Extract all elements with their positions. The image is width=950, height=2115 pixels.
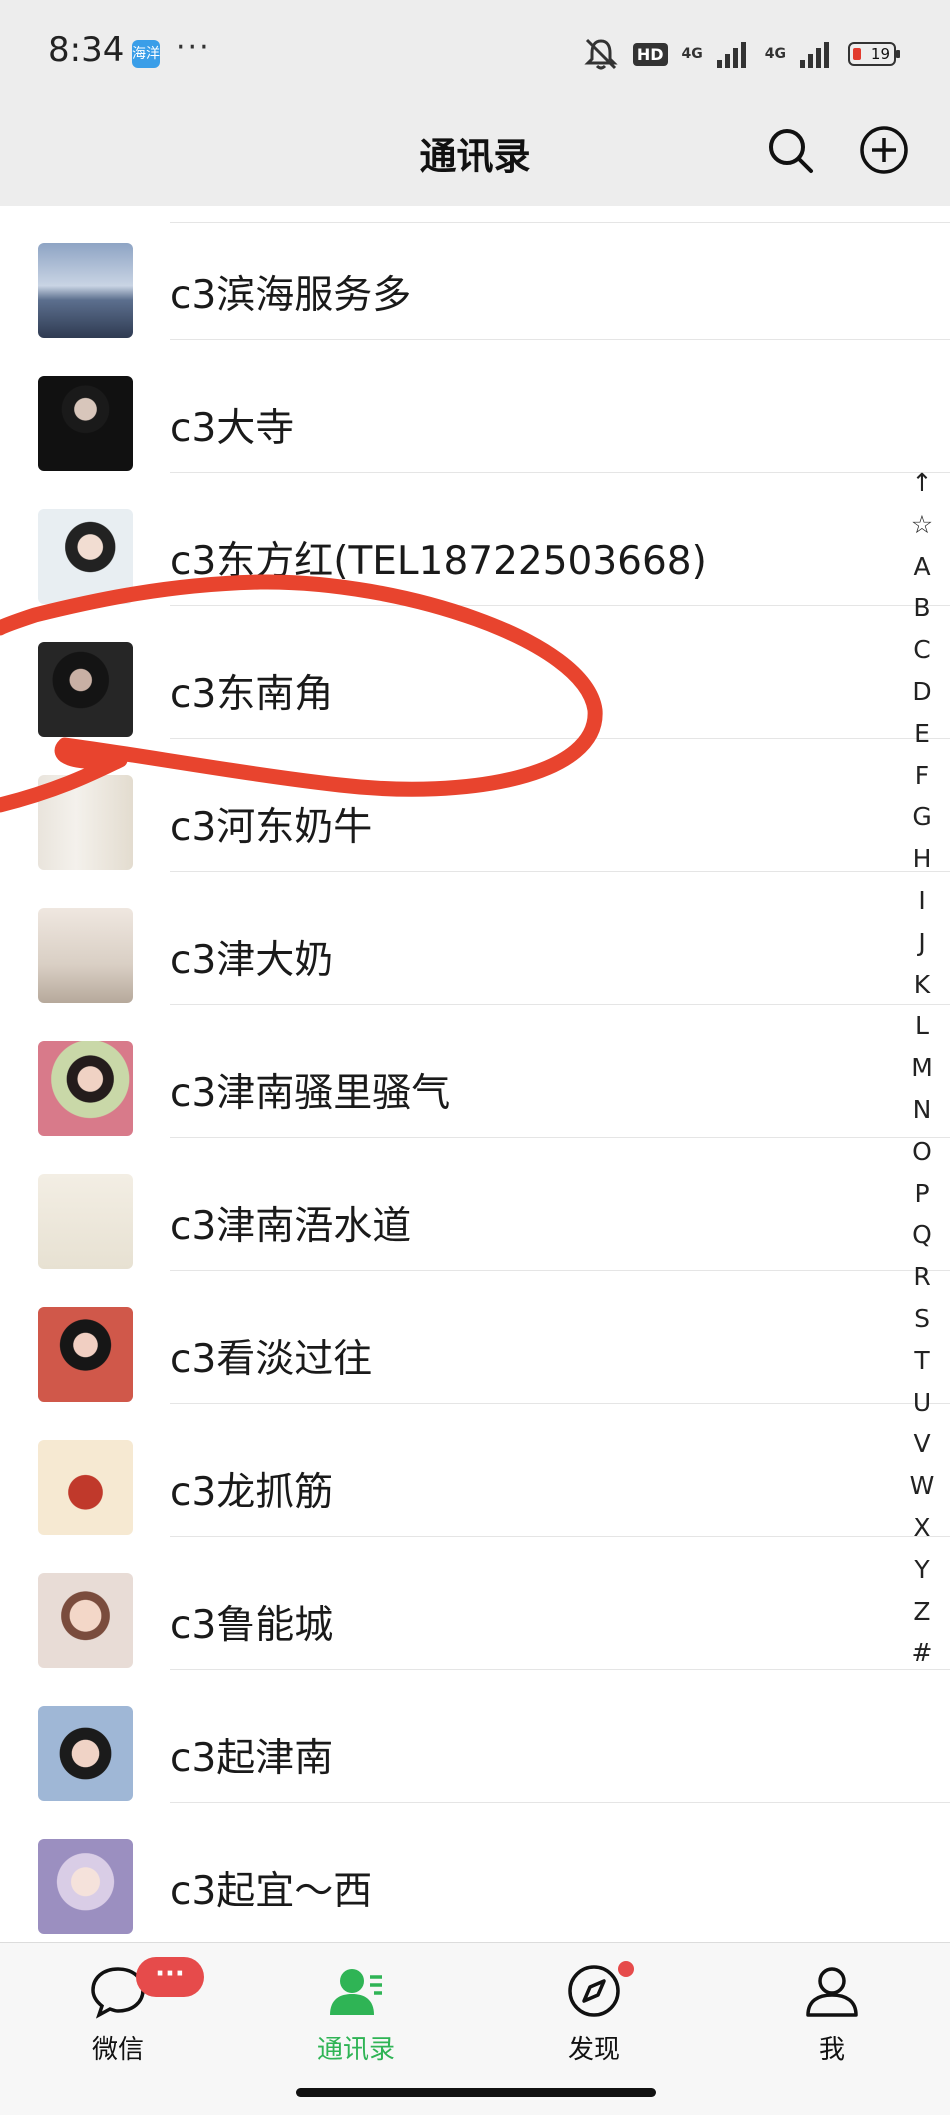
avatar	[38, 1706, 133, 1801]
contact-name: c3河东奶牛	[170, 805, 373, 850]
contact-row[interactable]: c3东南角	[0, 605, 950, 739]
index-letter[interactable]: E	[900, 713, 944, 755]
add-circle-icon[interactable]	[856, 122, 912, 178]
contact-row[interactable]: c3津南浯水道	[0, 1137, 950, 1271]
contact-row[interactable]: c3龙抓筋	[0, 1403, 950, 1537]
index-letter[interactable]: T	[900, 1340, 944, 1382]
contact-name: c3津南骚里骚气	[170, 1071, 451, 1116]
contact-row[interactable]: c3起津南	[0, 1669, 950, 1803]
alphabet-index[interactable]: ↑ ☆ A B C D E F G H I J K L M N O P Q R S T U V W X Y Z #	[900, 462, 944, 1674]
avatar	[38, 243, 133, 338]
signal-icon-1	[716, 42, 746, 68]
contact-name: c3津大奶	[170, 938, 334, 983]
index-letter[interactable]: ☆	[900, 504, 944, 546]
index-letter[interactable]: P	[900, 1173, 944, 1215]
tab-label: 通讯录	[316, 2035, 395, 2065]
index-letter[interactable]: A	[900, 546, 944, 588]
avatar	[38, 1440, 133, 1535]
signal-icon-2	[800, 42, 829, 68]
index-letter[interactable]: V	[900, 1423, 944, 1465]
index-letter[interactable]: Y	[900, 1549, 944, 1591]
index-letter[interactable]: D	[900, 671, 944, 713]
avatar	[38, 1573, 133, 1668]
index-letter[interactable]: R	[900, 1256, 944, 1298]
index-letter[interactable]: H	[900, 838, 944, 880]
contact-name: c3大寺	[170, 406, 295, 451]
index-letter[interactable]: O	[900, 1131, 944, 1173]
contact-name: c3鲁能城	[170, 1603, 334, 1648]
contact-name: c3滨海服务多	[170, 273, 412, 318]
contacts-icon	[330, 1969, 382, 2015]
contact-row[interactable]: c3起宜～西	[0, 1802, 950, 1935]
index-letter[interactable]: W	[900, 1465, 944, 1507]
network-type-2: 4G	[764, 46, 786, 62]
contact-row[interactable]: c3河东奶牛	[0, 738, 950, 872]
contact-row[interactable]: c3津大奶	[0, 871, 950, 1005]
index-letter[interactable]: I	[900, 880, 944, 922]
index-letter[interactable]: U	[900, 1382, 944, 1424]
contact-name: c3起宜～西	[170, 1869, 373, 1914]
search-icon[interactable]	[762, 122, 818, 178]
index-letter[interactable]: N	[900, 1089, 944, 1131]
contact-name: c3看淡过往	[170, 1337, 373, 1382]
contact-row[interactable]: c3滨海服务多	[0, 206, 950, 340]
index-letter[interactable]: J	[900, 922, 944, 964]
index-letter[interactable]: K	[900, 964, 944, 1006]
network-type-1: 4G	[681, 46, 703, 62]
status-icons: HD 4G 4G 19	[583, 36, 900, 72]
contact-row[interactable]: c3大寺	[0, 339, 950, 473]
contact-row[interactable]: c3鲁能城	[0, 1536, 950, 1670]
avatar	[38, 1307, 133, 1402]
contact-name: c3东南角	[170, 672, 334, 717]
contact-row[interactable]: c3东方红(TEL18722503668)	[0, 472, 950, 606]
index-letter[interactable]: F	[900, 755, 944, 797]
index-letter[interactable]: ↑	[900, 462, 944, 504]
contact-row[interactable]: c3津南骚里骚气	[0, 1004, 950, 1138]
app-notification-icon: 海洋	[132, 40, 160, 68]
contact-row[interactable]: c3看淡过往	[0, 1270, 950, 1404]
compass-icon	[568, 1965, 620, 2017]
tab-me[interactable]: 我	[752, 1961, 912, 2071]
avatar	[38, 775, 133, 870]
index-letter[interactable]: S	[900, 1298, 944, 1340]
new-moment-dot	[618, 1961, 634, 1977]
index-letter[interactable]: C	[900, 629, 944, 671]
status-bar: 8:34 海洋 ··· HD 4G 4G 19	[0, 0, 950, 100]
index-letter[interactable]: G	[900, 796, 944, 838]
contact-name: c3东方红(TEL18722503668)	[170, 539, 707, 584]
tab-label: 微信	[91, 2035, 144, 2065]
index-letter[interactable]: L	[900, 1005, 944, 1047]
home-indicator	[296, 2088, 656, 2097]
hd-icon: HD	[632, 42, 668, 66]
contact-name: c3津南浯水道	[170, 1204, 412, 1249]
index-letter[interactable]: Z	[900, 1591, 944, 1633]
index-letter[interactable]: B	[900, 587, 944, 629]
tab-label: 发现	[567, 2035, 620, 2065]
avatar	[38, 376, 133, 471]
contact-name: c3龙抓筋	[170, 1470, 334, 1515]
avatar	[38, 509, 133, 604]
avatar	[38, 1041, 133, 1136]
index-letter[interactable]: Q	[900, 1214, 944, 1256]
tab-label: 我	[818, 2035, 845, 2065]
mute-bell-icon	[584, 38, 618, 70]
person-icon	[806, 1967, 858, 2017]
index-letter[interactable]: X	[900, 1507, 944, 1549]
tab-discover[interactable]: 发现	[514, 1961, 674, 2071]
avatar	[38, 1174, 133, 1269]
avatar	[38, 642, 133, 737]
unread-badge: ···	[136, 1957, 204, 1997]
status-time: 8:34	[48, 30, 125, 70]
avatar	[38, 908, 133, 1003]
header: 通讯录	[0, 100, 950, 206]
index-letter[interactable]: M	[900, 1047, 944, 1089]
more-notifications-icon: ···	[176, 30, 211, 65]
contact-name: c3起津南	[170, 1736, 334, 1781]
avatar	[38, 1839, 133, 1934]
tab-contacts[interactable]: 通讯录	[276, 1961, 436, 2071]
battery-icon: 19	[848, 42, 900, 66]
index-letter[interactable]: #	[900, 1632, 944, 1674]
